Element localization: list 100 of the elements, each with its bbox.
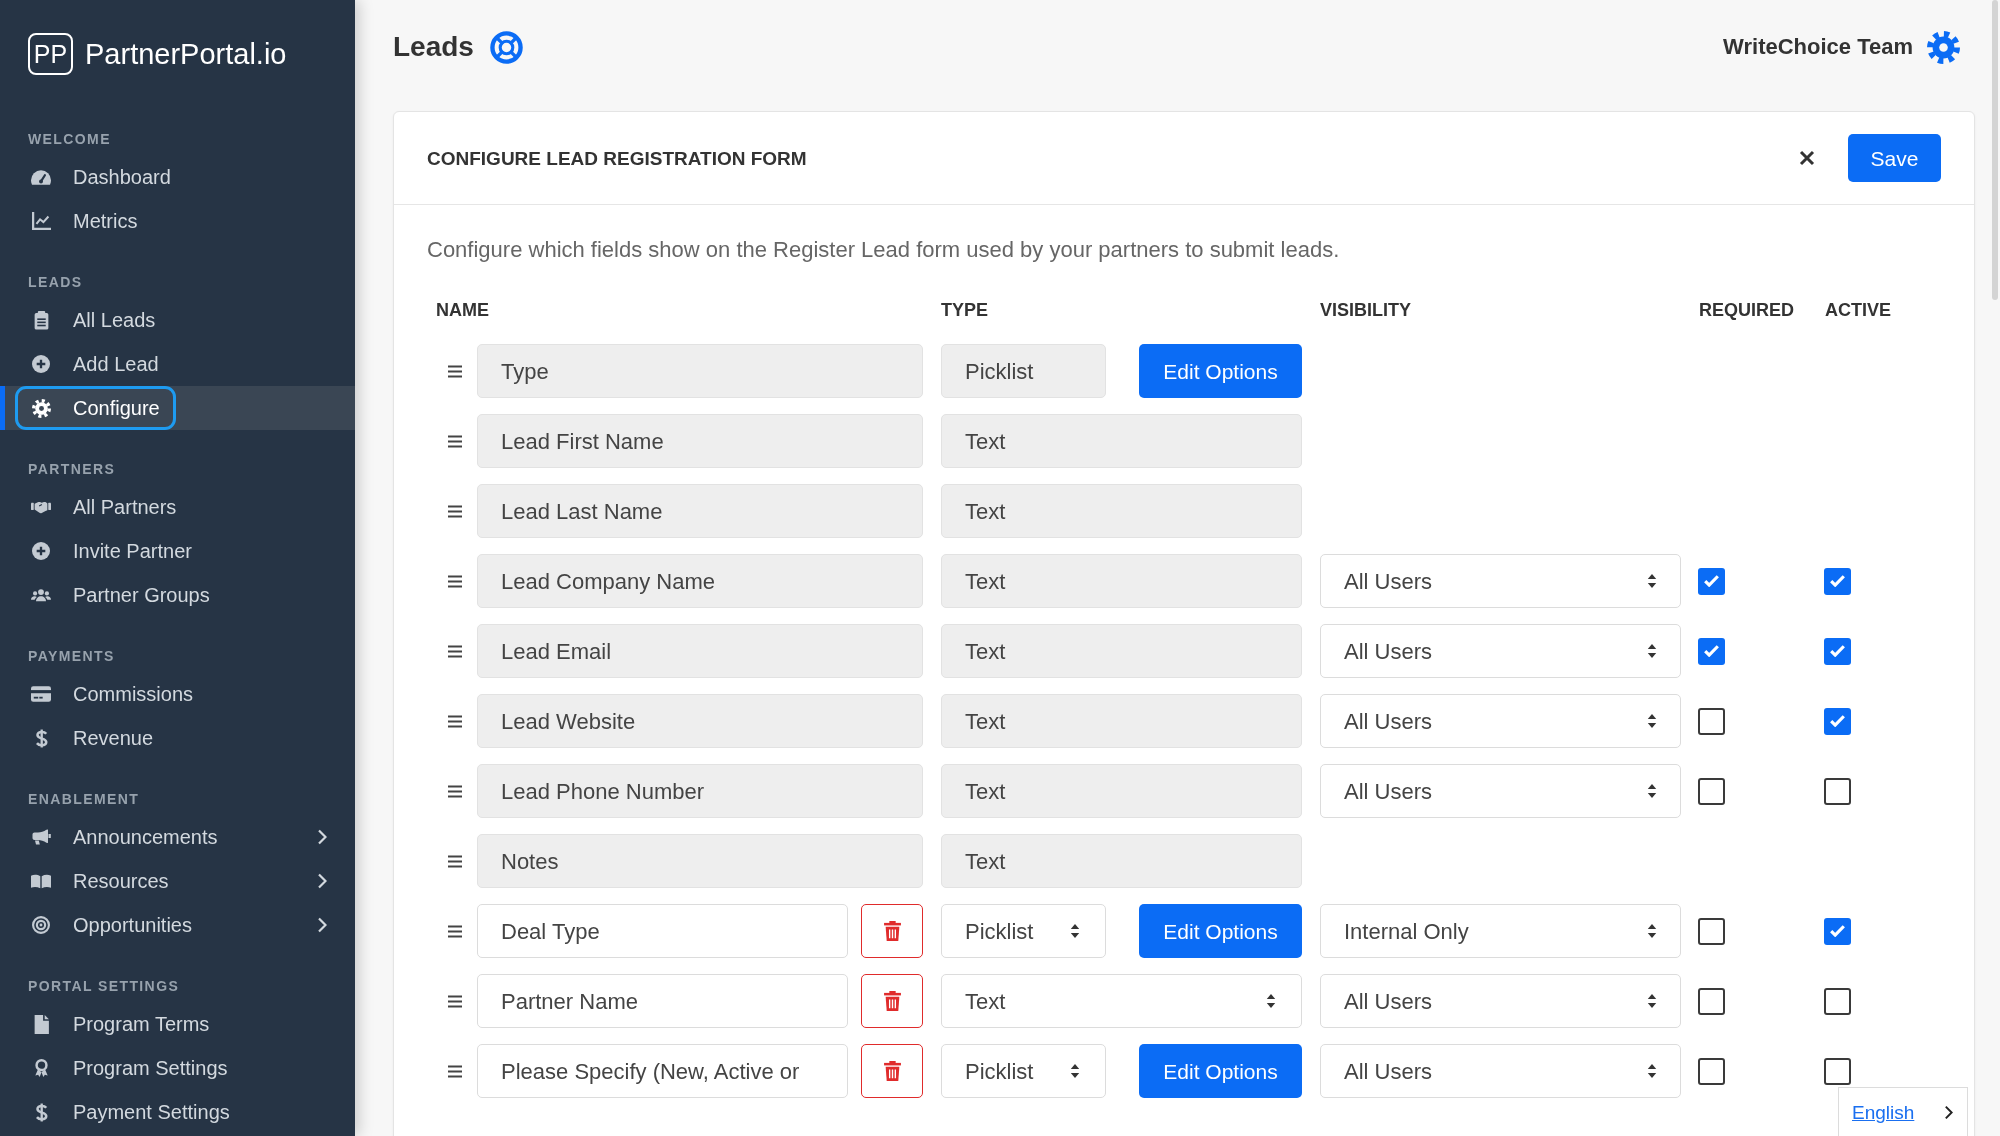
sidebar-item[interactable]: Commissions — [18, 672, 207, 716]
checkmark-icon — [1830, 575, 1845, 587]
checkbox[interactable] — [1698, 567, 1725, 595]
sidebar-item[interactable]: Program Settings — [18, 1046, 241, 1090]
sidebar-item[interactable]: Metrics — [18, 199, 151, 243]
up-down-arrows-icon — [1647, 573, 1657, 589]
section-heading: PARTNERS — [28, 460, 116, 479]
drag-handle-icon[interactable] — [447, 1064, 463, 1078]
trash-icon — [883, 1061, 901, 1081]
drag-handle-icon[interactable] — [447, 994, 463, 1008]
sidebar-item[interactable]: Revenue — [18, 716, 167, 760]
drag-handle-icon[interactable] — [447, 784, 463, 798]
checkbox[interactable] — [1824, 987, 1851, 1015]
card-title: CONFIGURE LEAD REGISTRATION FORM — [427, 148, 807, 168]
sidebar-item[interactable]: Partner Groups — [18, 573, 223, 617]
checkbox[interactable] — [1824, 567, 1851, 595]
sidebar-item[interactable]: All Partners — [18, 485, 190, 529]
plus-circle-icon — [32, 355, 50, 373]
save-button[interactable]: Save — [1848, 134, 1941, 182]
visibility-select[interactable]: All Users — [1320, 974, 1681, 1028]
name-field: Lead Last Name — [477, 484, 923, 538]
drag-handle-icon[interactable] — [447, 714, 463, 728]
type-field: Text — [941, 764, 1302, 818]
drag-handle-icon[interactable] — [447, 434, 463, 448]
drag-handle-icon[interactable] — [447, 854, 463, 868]
trash-icon — [883, 991, 901, 1011]
visibility-select[interactable]: All Users — [1320, 554, 1681, 608]
name-field: Lead Email — [477, 624, 923, 678]
checkmark-icon — [1830, 715, 1845, 727]
visibility-select[interactable]: All Users — [1320, 624, 1681, 678]
checkbox[interactable] — [1824, 917, 1851, 945]
settings-icon[interactable] — [1927, 30, 1960, 64]
up-down-arrows-icon — [1647, 993, 1657, 1009]
sidebar-item[interactable]: Payment Settings — [18, 1090, 243, 1134]
visibility-select[interactable]: Internal Only — [1320, 904, 1681, 958]
name-field: Lead Company Name — [477, 554, 923, 608]
checkbox[interactable] — [1824, 777, 1851, 805]
up-down-arrows-icon — [1647, 783, 1657, 799]
delete-button[interactable] — [861, 1044, 923, 1098]
sidebar-item[interactable]: All Leads — [18, 298, 169, 342]
name-field[interactable]: Deal Type — [477, 904, 848, 958]
name-field[interactable]: Partner Name — [477, 974, 848, 1028]
target-icon — [32, 916, 50, 934]
drag-handle-icon[interactable] — [447, 574, 463, 588]
visibility-select[interactable]: All Users — [1320, 694, 1681, 748]
edit-options-button[interactable]: Edit Options — [1139, 904, 1302, 958]
trash-icon — [883, 921, 901, 941]
checkbox[interactable] — [1698, 1057, 1725, 1085]
type-select[interactable]: Picklist — [941, 1044, 1106, 1098]
column-header: NAME — [436, 301, 489, 319]
sidebar-item[interactable]: Opportunities — [18, 903, 205, 947]
page-title: Leads — [393, 33, 474, 61]
type-select[interactable]: Text — [941, 974, 1302, 1028]
line-chart-icon — [31, 212, 51, 230]
edit-options-button[interactable]: Edit Options — [1139, 344, 1302, 398]
sidebar-item[interactable]: Resources — [18, 859, 182, 903]
dollar-icon — [34, 728, 48, 748]
close-icon[interactable] — [1799, 150, 1815, 166]
sidebar-item[interactable]: Add Lead — [18, 342, 172, 386]
drag-handle-icon[interactable] — [447, 644, 463, 658]
name-field: Lead First Name — [477, 414, 923, 468]
sidebar-item[interactable]: Invite Partner — [18, 529, 205, 573]
checkmark-icon — [1704, 645, 1719, 657]
sidebar-item[interactable]: Configure — [15, 386, 176, 430]
type-select[interactable]: Picklist — [941, 904, 1106, 958]
up-down-arrows-icon — [1647, 1063, 1657, 1079]
scrollbar-thumb[interactable] — [1992, 0, 1998, 300]
form-description: Configure which fields show on the Register Lead form used by your partners to submit leads. — [427, 236, 1340, 264]
checkbox[interactable] — [1824, 1057, 1851, 1085]
sidebar-item[interactable]: Program Terms — [18, 1002, 223, 1046]
checkbox[interactable] — [1698, 637, 1725, 665]
sidebar-item[interactable]: Dashboard — [18, 155, 184, 199]
checkbox[interactable] — [1824, 637, 1851, 665]
checkbox[interactable] — [1698, 707, 1725, 735]
checkmark-icon — [1830, 925, 1845, 937]
checkbox[interactable] — [1698, 987, 1725, 1015]
language-link[interactable]: English — [1852, 1102, 1915, 1122]
lifebuoy-icon[interactable] — [489, 30, 523, 64]
user-name: WriteChoice Team — [1723, 36, 1913, 58]
type-field: Text — [941, 414, 1302, 468]
chevron-right-icon[interactable] — [1944, 1104, 1953, 1120]
drag-handle-icon[interactable] — [447, 504, 463, 518]
clipboard-icon — [33, 310, 49, 330]
name-field: Lead Website — [477, 694, 923, 748]
delete-button[interactable] — [861, 974, 923, 1028]
sidebar-item[interactable]: Announcements — [18, 815, 231, 859]
visibility-select[interactable]: All Users — [1320, 1044, 1681, 1098]
checkbox[interactable] — [1698, 917, 1725, 945]
handshake-icon — [31, 500, 51, 514]
checkbox[interactable] — [1698, 777, 1725, 805]
checkbox[interactable] — [1824, 707, 1851, 735]
megaphone-icon — [31, 829, 51, 845]
users-icon — [31, 588, 51, 602]
drag-handle-icon[interactable] — [447, 924, 463, 938]
drag-handle-icon[interactable] — [447, 364, 463, 378]
edit-options-button[interactable]: Edit Options — [1139, 1044, 1302, 1098]
delete-button[interactable] — [861, 904, 923, 958]
gear-icon — [31, 398, 51, 418]
visibility-select[interactable]: All Users — [1320, 764, 1681, 818]
name-field[interactable]: Please Specify (New, Active or — [477, 1044, 848, 1098]
